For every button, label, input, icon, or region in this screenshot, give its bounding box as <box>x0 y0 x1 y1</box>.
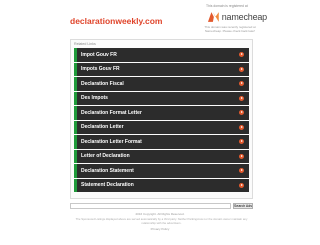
related-links-label: Related Links <box>74 42 96 46</box>
related-link-label: Impots Gouv FR <box>81 66 120 73</box>
namecheap-logo-icon <box>207 12 219 22</box>
arrow-right-icon <box>239 52 244 57</box>
related-link-label: Des Impots <box>81 95 108 102</box>
related-link-label: Statement Declaration <box>81 182 134 189</box>
arrow-right-icon <box>239 124 244 130</box>
related-link-label: Impot Gouv FR <box>81 51 117 58</box>
arrow-right-icon <box>239 168 244 173</box>
related-link[interactable]: Declaration Letter <box>74 120 249 134</box>
arrow-right-icon <box>239 153 244 159</box>
domain-title: declarationweekly.com <box>70 16 163 26</box>
disclaimer-text: The Sponsored Listings displayed above a… <box>75 217 248 225</box>
arrow-right-icon <box>239 182 244 188</box>
namecheap-logo[interactable]: namecheap <box>207 10 267 24</box>
arrow-right-icon <box>239 81 244 86</box>
copyright-text: 2016 Copyright. All Rights Reserved. <box>135 212 185 216</box>
related-links-panel: Related Links Impot Gouv FR Impots Gouv … <box>70 39 253 199</box>
search-ads-button[interactable]: Search Ads <box>233 203 253 209</box>
related-link[interactable]: Declaration Fiscal <box>74 77 249 91</box>
arrow-right-icon <box>239 66 244 72</box>
arrow-right-icon <box>239 139 244 144</box>
related-link[interactable]: Letter of Declaration <box>74 149 249 163</box>
related-link[interactable]: Declaration Format Letter <box>74 106 249 120</box>
related-link-label: Declaration Letter Format <box>81 138 142 145</box>
arrow-right-icon <box>239 110 244 115</box>
registered-notice: This domain is registered at <box>206 4 248 8</box>
related-link[interactable]: Des Impots <box>74 91 249 105</box>
search-bar: Search Ads <box>70 203 253 209</box>
related-link[interactable]: Impots Gouv FR <box>74 62 249 76</box>
search-input[interactable] <box>70 203 231 209</box>
related-link[interactable]: Declaration Letter Format <box>74 135 249 149</box>
brand-name: namecheap <box>221 12 267 22</box>
related-link-label: Declaration Letter <box>81 124 124 131</box>
privacy-policy-link[interactable]: Privacy Policy <box>0 227 320 231</box>
registrar-note: This domain was recently registered at N… <box>204 25 256 33</box>
related-link[interactable]: Statement Declaration <box>74 178 249 192</box>
related-links-list: Impot Gouv FR Impots Gouv FR Declaration… <box>74 48 249 193</box>
related-link[interactable]: Declaration Statement <box>74 164 249 178</box>
arrow-right-icon <box>239 95 244 101</box>
related-link-label: Declaration Fiscal <box>81 80 124 87</box>
related-link-label: Letter of Declaration <box>81 153 130 160</box>
related-link-label: Declaration Format Letter <box>81 109 142 116</box>
related-link-label: Declaration Statement <box>81 167 134 174</box>
related-link[interactable]: Impot Gouv FR <box>74 48 249 62</box>
